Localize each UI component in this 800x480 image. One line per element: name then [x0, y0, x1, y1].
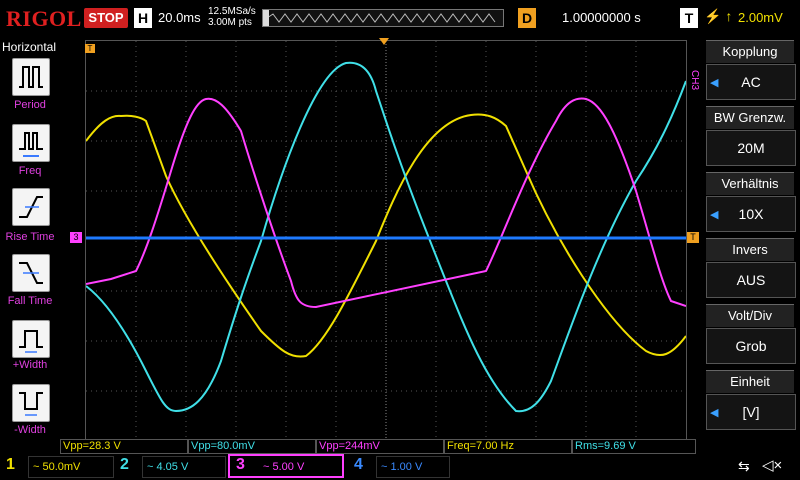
trigger-level[interactable]: 2.00mV — [738, 10, 783, 25]
usb-icon: ⇆ — [738, 458, 750, 474]
freq-label: Freq — [18, 165, 42, 177]
timebase-value[interactable]: 20.0ms — [158, 10, 201, 25]
pos-width-label: +Width — [12, 359, 48, 371]
measurement-ch3-vpp: Vpp=244mV — [316, 439, 444, 454]
pos-width-icon — [19, 330, 43, 353]
fall-time-button[interactable] — [12, 254, 50, 292]
neg-width-label: -Width — [14, 424, 46, 436]
freq-button[interactable] — [12, 124, 50, 162]
memory-overview-strip — [262, 9, 504, 27]
trigger-edge-icon: ⚡ ↑ — [704, 8, 733, 24]
timebase-label: H — [134, 8, 152, 28]
rise-time-icon — [19, 196, 43, 218]
ch4-scale[interactable]: ~ 1.00 V — [376, 456, 450, 478]
measurement-ch1-freq: Freq=7.00 Hz — [444, 439, 572, 454]
acquisition-info: 12.5MSa/s 3.00M pts — [208, 6, 256, 28]
bw-limit-value[interactable]: 20M — [706, 130, 796, 166]
measurement-ch2-rms: Rms=9.69 V — [572, 439, 696, 454]
channel-tag: CH3 — [689, 70, 700, 91]
neg-width-button[interactable] — [12, 384, 50, 422]
memory-depth: 3.00M pts — [208, 17, 252, 28]
ch1-scale[interactable]: ~ 50.0mV — [28, 456, 114, 478]
fall-time-icon — [19, 262, 43, 284]
rise-time-button[interactable] — [12, 188, 50, 226]
waveform-display[interactable] — [85, 40, 687, 440]
probe-ratio-value[interactable]: 10X — [706, 196, 796, 232]
rise-time-label: Rise Time — [5, 231, 55, 243]
invert-value[interactable]: AUS — [706, 262, 796, 298]
trigger-label: T — [680, 8, 698, 28]
unit-title: Einheit — [706, 370, 794, 393]
fall-time-label: Fall Time — [7, 295, 53, 307]
delay-label: D — [518, 8, 536, 28]
unit-value[interactable]: [V] — [706, 394, 796, 430]
measure-menu-title: Horizontal — [2, 40, 57, 54]
period-icon — [19, 66, 43, 88]
volts-div-value[interactable]: Grob — [706, 328, 796, 364]
ch4-number[interactable]: 4 — [354, 456, 363, 474]
delay-value[interactable]: 1.00000000 s — [562, 10, 641, 25]
neg-width-icon — [19, 392, 43, 416]
brand-logo: RIGOL — [6, 6, 82, 31]
invert-title: Invers — [706, 238, 794, 261]
trigger-level-marker[interactable]: T — [687, 232, 699, 243]
measurement-ch1-vpp: Vpp=28.3 V — [60, 439, 188, 454]
period-label: Period — [14, 99, 46, 111]
sample-rate: 12.5MSa/s — [208, 6, 256, 17]
speaker-muted-icon[interactable]: ◁× — [762, 456, 782, 474]
run-stop-indicator[interactable]: STOP — [84, 8, 128, 28]
trigger-position-marker-top-left: T — [85, 44, 95, 53]
ch3-offset-marker[interactable]: 3 — [70, 232, 82, 243]
ch1-number[interactable]: 1 — [6, 456, 15, 474]
pos-width-button[interactable] — [12, 320, 50, 358]
trigger-time-marker[interactable] — [379, 38, 389, 45]
ch2-scale[interactable]: ~ 4.05 V — [142, 456, 226, 478]
memory-waveform-thumbnail — [263, 10, 496, 26]
probe-ratio-title: Verhältnis — [706, 172, 794, 195]
knob-icon: ◀ — [710, 77, 719, 89]
ch3-scale[interactable]: ~ 5.00 V — [258, 456, 344, 478]
waveform-svg — [85, 41, 687, 439]
measurement-ch2-vpp: Vpp=80.0mV — [188, 439, 316, 454]
ch3-number[interactable]: 3 — [236, 456, 245, 474]
knob-icon: ◀ — [710, 209, 719, 221]
period-button[interactable] — [12, 58, 50, 96]
bw-limit-title: BW Grenzw. — [706, 106, 794, 129]
freq-icon — [19, 132, 43, 157]
ch2-number[interactable]: 2 — [120, 456, 129, 474]
volts-div-title: Volt/Div — [706, 304, 794, 327]
knob-icon: ◀ — [710, 407, 719, 419]
coupling-title: Kopplung — [706, 40, 794, 63]
coupling-value[interactable]: AC — [706, 64, 796, 100]
